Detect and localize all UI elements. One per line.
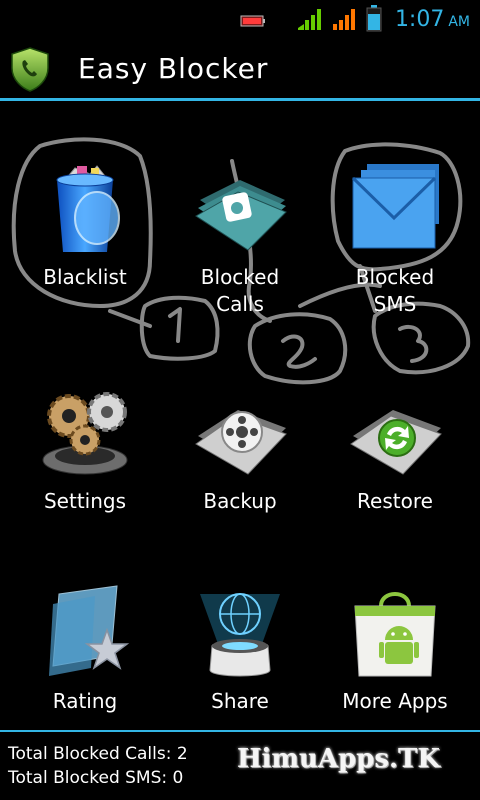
tile-label: Settings xyxy=(43,489,127,513)
star-card-icon xyxy=(49,585,130,676)
header-divider xyxy=(0,98,480,101)
tile-blocked-sms[interactable]: Blocked SMS xyxy=(320,160,470,340)
tile-blacklist[interactable]: Blacklist xyxy=(10,160,160,340)
tile-settings[interactable]: Settings xyxy=(10,384,160,564)
app-title: Easy Blocker xyxy=(78,52,269,85)
tile-label: Blacklist xyxy=(43,265,127,289)
tile-label: Restore xyxy=(357,489,433,513)
app-header: Easy Blocker xyxy=(0,40,480,100)
signal-strength-icon xyxy=(298,9,321,30)
brand-logo: HimuApps.TK xyxy=(236,744,440,774)
refresh-icon xyxy=(350,410,442,475)
globe-hologram-icon xyxy=(200,593,280,677)
envelope-folder-icon xyxy=(351,164,439,249)
status-bar: 1:07 AM xyxy=(0,0,480,40)
blocked-stats: Total Blocked Calls: 2 Total Blocked SMS… xyxy=(8,742,188,790)
tile-backup[interactable]: Backup xyxy=(165,384,315,564)
tile-restore[interactable]: Restore xyxy=(320,384,470,564)
total-blocked-calls: Total Blocked Calls: 2 xyxy=(8,744,188,764)
phone-folder-icon xyxy=(195,180,287,251)
film-reel-icon xyxy=(195,410,287,475)
tile-label: Blocked Calls xyxy=(200,265,280,316)
battery-icon xyxy=(366,5,382,32)
shopping-bag-android-icon xyxy=(354,592,436,677)
tile-blocked-calls[interactable]: Blocked Calls xyxy=(165,160,315,340)
tile-label: Blocked SMS xyxy=(355,265,435,316)
tile-label: Share xyxy=(211,689,269,713)
shield-phone-icon xyxy=(11,47,49,92)
tile-label: More Apps xyxy=(342,689,448,713)
gears-icon xyxy=(42,392,128,475)
clock: 1:07 AM xyxy=(394,7,470,32)
total-blocked-sms: Total Blocked SMS: 0 xyxy=(8,768,184,788)
battery-notification-icon xyxy=(240,15,265,27)
tile-label: Backup xyxy=(203,489,277,513)
tile-label: Rating xyxy=(52,689,118,713)
footer: Total Blocked Calls: 2 Total Blocked SMS… xyxy=(0,732,480,800)
recycle-bin-icon xyxy=(56,165,120,252)
signal-strength-2-icon xyxy=(333,9,355,30)
